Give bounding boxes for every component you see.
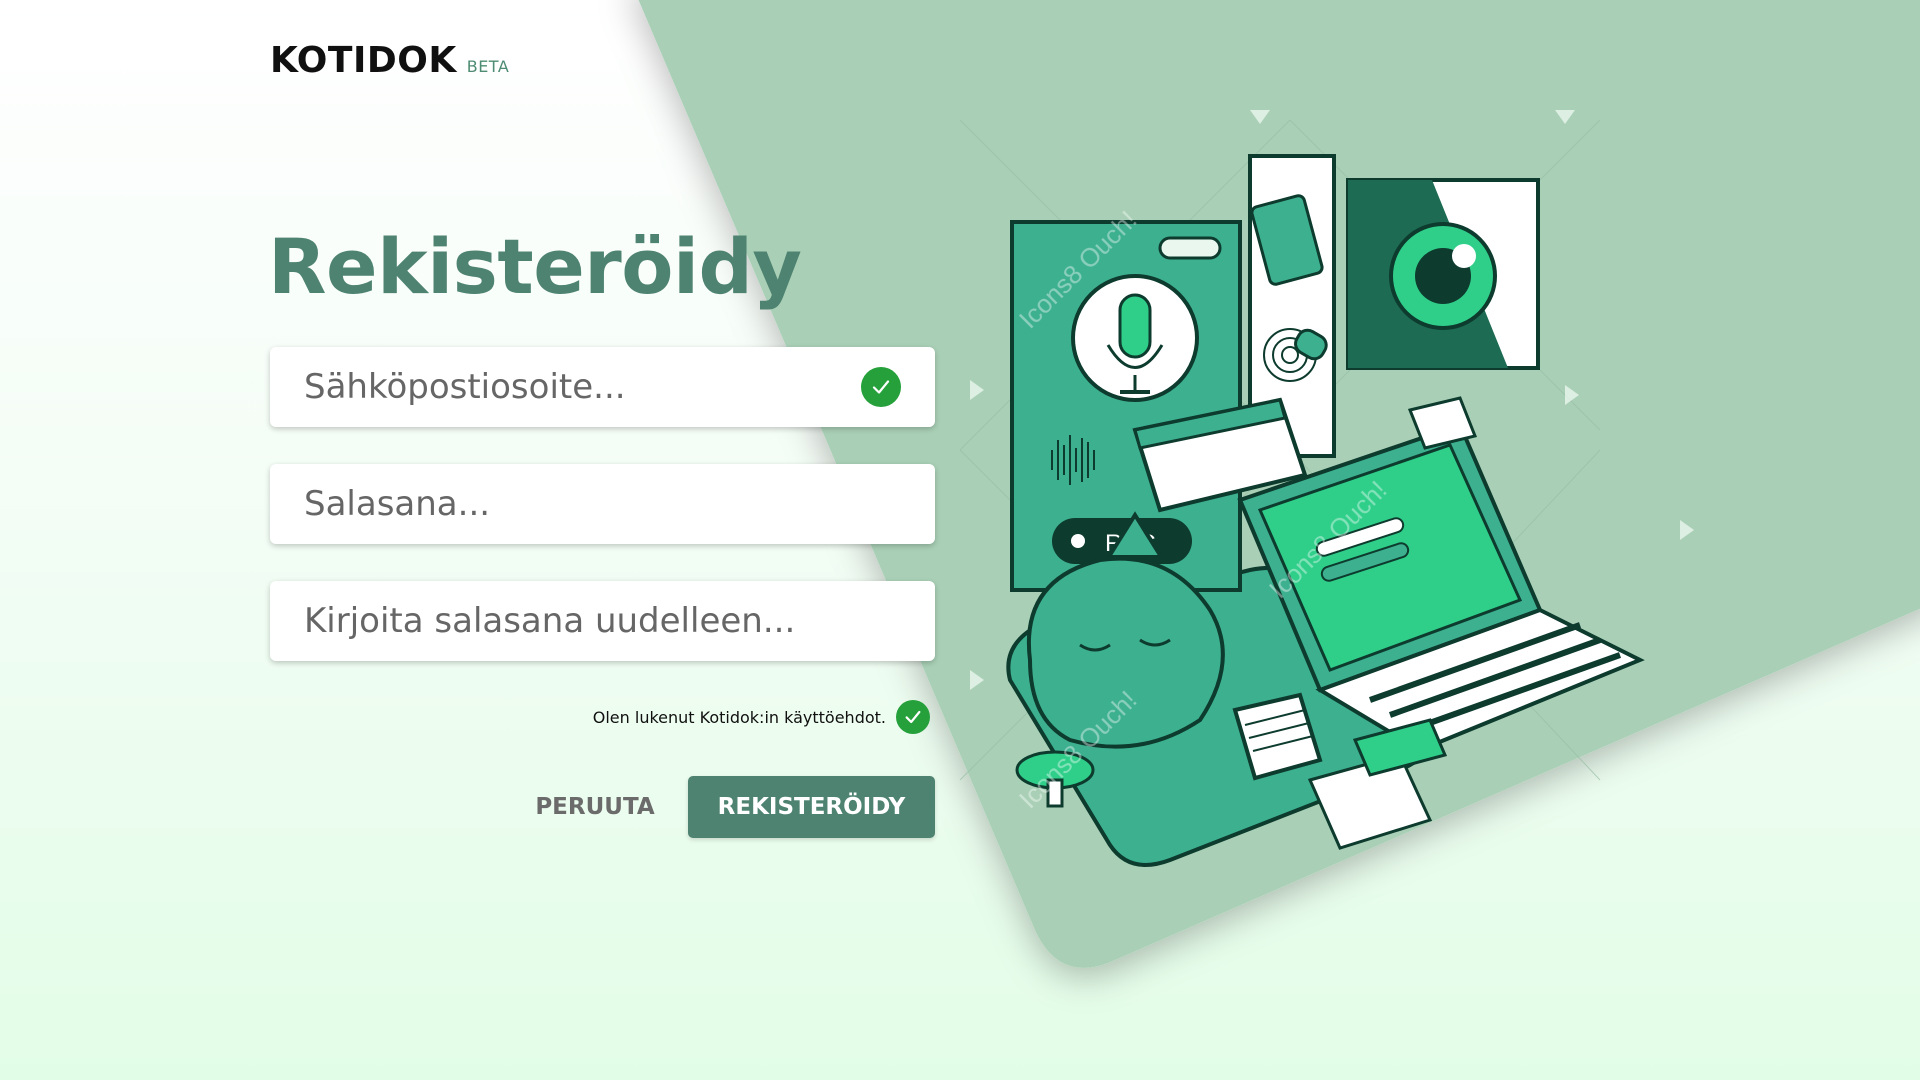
check-circle-icon bbox=[861, 367, 901, 407]
eye-scan-card bbox=[1346, 178, 1540, 370]
beta-badge: BETA bbox=[466, 57, 510, 76]
password-repeat-input[interactable] bbox=[304, 601, 901, 641]
check-circle-icon bbox=[905, 710, 921, 724]
terms-checkbox[interactable] bbox=[896, 700, 930, 734]
terms-label: Olen lukenut Kotidok:in käyttöehdot. bbox=[592, 707, 886, 727]
password-repeat-field[interactable] bbox=[270, 581, 935, 661]
page-title: Rekisteröidy bbox=[268, 222, 802, 311]
brand-name: KOTIDOK bbox=[270, 40, 457, 81]
checkmark-glyph bbox=[872, 380, 890, 394]
email-field[interactable] bbox=[270, 347, 935, 427]
illustration: REC bbox=[960, 110, 1694, 867]
terms-row: Olen lukenut Kotidok:in käyttöehdot. bbox=[500, 700, 930, 734]
password-field[interactable] bbox=[270, 464, 935, 544]
brand-logo[interactable]: KOTIDOK BETA bbox=[270, 40, 509, 81]
register-button[interactable]: REKISTERÖIDY bbox=[688, 776, 935, 838]
email-input[interactable] bbox=[304, 367, 861, 407]
password-input[interactable] bbox=[304, 484, 901, 524]
cancel-button[interactable]: PERUUTA bbox=[520, 776, 670, 838]
